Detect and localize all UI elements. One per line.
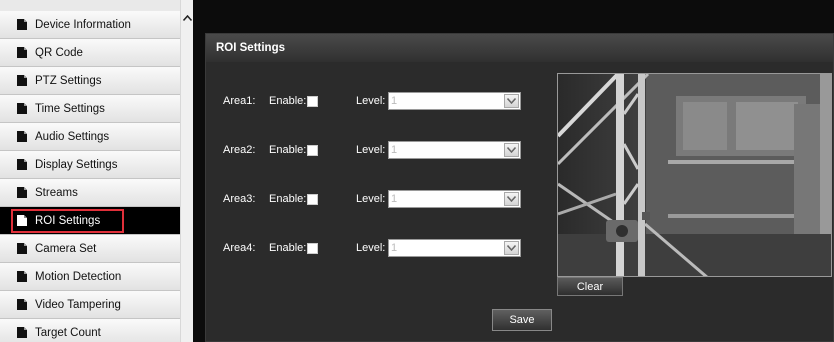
document-icon	[17, 19, 27, 30]
document-icon	[17, 47, 27, 58]
sidebar-item-label: PTZ Settings	[35, 74, 102, 87]
level-label: Level:	[356, 242, 386, 254]
sidebar-item-device-information[interactable]: Device Information	[0, 11, 180, 39]
area4-enable-checkbox[interactable]	[307, 242, 318, 254]
area-row: Area1: Enable: Level: 1	[223, 91, 521, 111]
sidebar-item-target-count[interactable]: Target Count	[0, 319, 180, 342]
clear-button[interactable]: Clear	[557, 277, 623, 296]
sidebar-item-audio-settings[interactable]: Audio Settings	[0, 123, 180, 151]
area-row: Area3: Enable: Level: 1	[223, 189, 521, 209]
enable-label: Enable:	[269, 144, 307, 156]
area-row: Area2: Enable: Level: 1	[223, 140, 521, 160]
sidebar-item-label: Display Settings	[35, 158, 118, 171]
area-label: Area4:	[223, 242, 256, 254]
save-button[interactable]: Save	[492, 309, 552, 331]
panel-title: ROI Settings	[206, 34, 833, 62]
sidebar-scrollbar[interactable]	[180, 0, 193, 342]
level-label: Level:	[356, 95, 386, 107]
sidebar-item-ptz-settings[interactable]: PTZ Settings	[0, 67, 180, 95]
enable-label: Enable:	[269, 193, 307, 205]
area2-enable-checkbox[interactable]	[307, 144, 318, 156]
document-icon	[17, 131, 27, 142]
sidebar: Device Information QR Code PTZ Settings …	[0, 0, 180, 342]
area1-enable-checkbox[interactable]	[307, 95, 318, 107]
chevron-down-icon[interactable]	[504, 143, 519, 157]
document-icon	[17, 187, 27, 198]
document-icon	[17, 243, 27, 254]
camera-preview[interactable]	[557, 73, 832, 277]
area1-level-select[interactable]: 1	[388, 92, 521, 110]
area-label: Area2:	[223, 144, 256, 156]
chevron-down-icon[interactable]	[504, 192, 519, 206]
chevron-up-icon[interactable]	[181, 10, 193, 26]
level-label: Level:	[356, 193, 386, 205]
document-icon	[17, 159, 27, 170]
document-icon	[17, 75, 27, 86]
sidebar-item-motion-detection[interactable]: Motion Detection	[0, 263, 180, 291]
sidebar-item-label: Camera Set	[35, 242, 97, 255]
level-value: 1	[391, 144, 398, 156]
sidebar-item-label: Audio Settings	[35, 130, 110, 143]
document-icon	[17, 215, 27, 226]
sidebar-item-roi-settings[interactable]: ROI Settings	[0, 207, 180, 235]
document-icon	[17, 327, 27, 338]
sidebar-item-label: ROI Settings	[35, 214, 101, 227]
sidebar-item-camera-set[interactable]: Camera Set	[0, 235, 180, 263]
area4-level-select[interactable]: 1	[388, 239, 521, 257]
area3-level-select[interactable]: 1	[388, 190, 521, 208]
main-content: ROI Settings Area1: Enable: Level: 1 Are…	[193, 0, 834, 342]
enable-label: Enable:	[269, 242, 307, 254]
sidebar-item-label: Time Settings	[35, 102, 105, 115]
sidebar-item-label: Device Information	[35, 18, 131, 31]
enable-label: Enable:	[269, 95, 307, 107]
area-label: Area3:	[223, 193, 256, 205]
document-icon	[17, 271, 27, 282]
document-icon	[17, 103, 27, 114]
sidebar-item-label: Video Tampering	[35, 298, 121, 311]
sidebar-item-qr-code[interactable]: QR Code	[0, 39, 180, 67]
level-label: Level:	[356, 144, 386, 156]
area-label: Area1:	[223, 95, 256, 107]
sidebar-item-display-settings[interactable]: Display Settings	[0, 151, 180, 179]
sidebar-item-label: Motion Detection	[35, 270, 122, 283]
roi-settings-panel: ROI Settings Area1: Enable: Level: 1 Are…	[205, 33, 834, 342]
document-icon	[17, 299, 27, 310]
sidebar-item-streams[interactable]: Streams	[0, 179, 180, 207]
level-value: 1	[391, 95, 398, 107]
chevron-down-icon[interactable]	[504, 94, 519, 108]
sidebar-item-label: Streams	[35, 186, 78, 199]
level-value: 1	[391, 242, 398, 254]
chevron-down-icon[interactable]	[504, 241, 519, 255]
sidebar-item-label: QR Code	[35, 46, 83, 59]
level-value: 1	[391, 193, 398, 205]
area2-level-select[interactable]: 1	[388, 141, 521, 159]
area-row: Area4: Enable: Level: 1	[223, 238, 521, 258]
sidebar-item-video-tampering[interactable]: Video Tampering	[0, 291, 180, 319]
sidebar-item-label: Target Count	[35, 326, 101, 339]
sidebar-item-time-settings[interactable]: Time Settings	[0, 95, 180, 123]
area3-enable-checkbox[interactable]	[307, 193, 318, 205]
